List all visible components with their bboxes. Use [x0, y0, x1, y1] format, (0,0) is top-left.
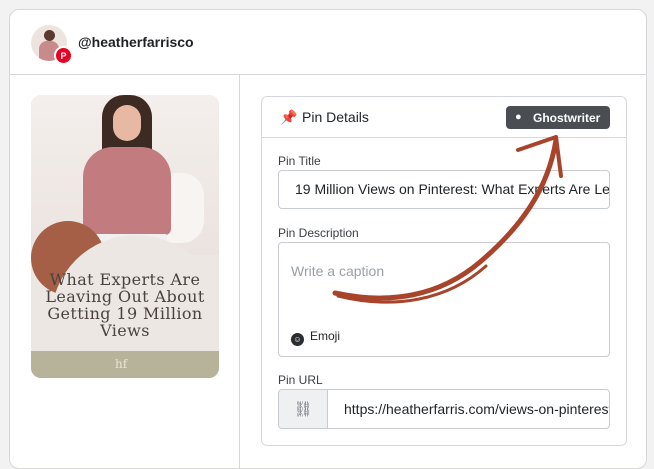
pin-title-label: Pin Title — [278, 154, 321, 168]
logo-mark: hf — [115, 357, 128, 371]
pin-details-panel: 📌 Pin Details ● Ghostwriter Pin Title 19… — [261, 96, 627, 446]
pin-image-footer: hf — [31, 351, 219, 378]
pin-url-value: https://heatherfarris.com/views-on-pinte… — [344, 401, 610, 417]
pin-url-input[interactable]: ⛓ https://heatherfarris.com/views-on-pin… — [278, 389, 610, 429]
pin-image-headline: What Experts Are Leaving Out About Getti… — [45, 270, 205, 340]
pin-title-input[interactable]: 19 Million Views on Pinterest: What Expe… — [278, 170, 610, 209]
smiley-icon: ☺ — [291, 333, 304, 346]
link-icon: ⛓ — [279, 390, 328, 428]
account-username: @heatherfarrisco — [78, 34, 194, 50]
pin-details-header: 📌 Pin Details ● Ghostwriter — [262, 97, 626, 138]
emoji-button[interactable]: ☺ Emoji — [291, 329, 340, 346]
pin-editor-card: P @heatherfarrisco What Experts Are Leav… — [9, 9, 647, 469]
pin-description-label: Pin Description — [278, 226, 359, 240]
pin-preview-image[interactable]: What Experts Are Leaving Out About Getti… — [31, 95, 219, 378]
pinterest-icon: P — [54, 46, 73, 65]
account-header: P @heatherfarrisco — [10, 10, 646, 75]
ghostwriter-button[interactable]: ● Ghostwriter — [506, 106, 610, 129]
ghost-icon: ● — [515, 111, 522, 123]
description-placeholder: Write a caption — [291, 263, 385, 279]
pin-preview-column: What Experts Are Leaving Out About Getti… — [10, 75, 240, 468]
pushpin-icon: 📌 — [280, 109, 298, 125]
pin-url-label: Pin URL — [278, 373, 323, 387]
pin-details-title: Pin Details — [302, 109, 369, 125]
pin-description-input[interactable]: Write a caption ☺ Emoji — [278, 242, 610, 357]
